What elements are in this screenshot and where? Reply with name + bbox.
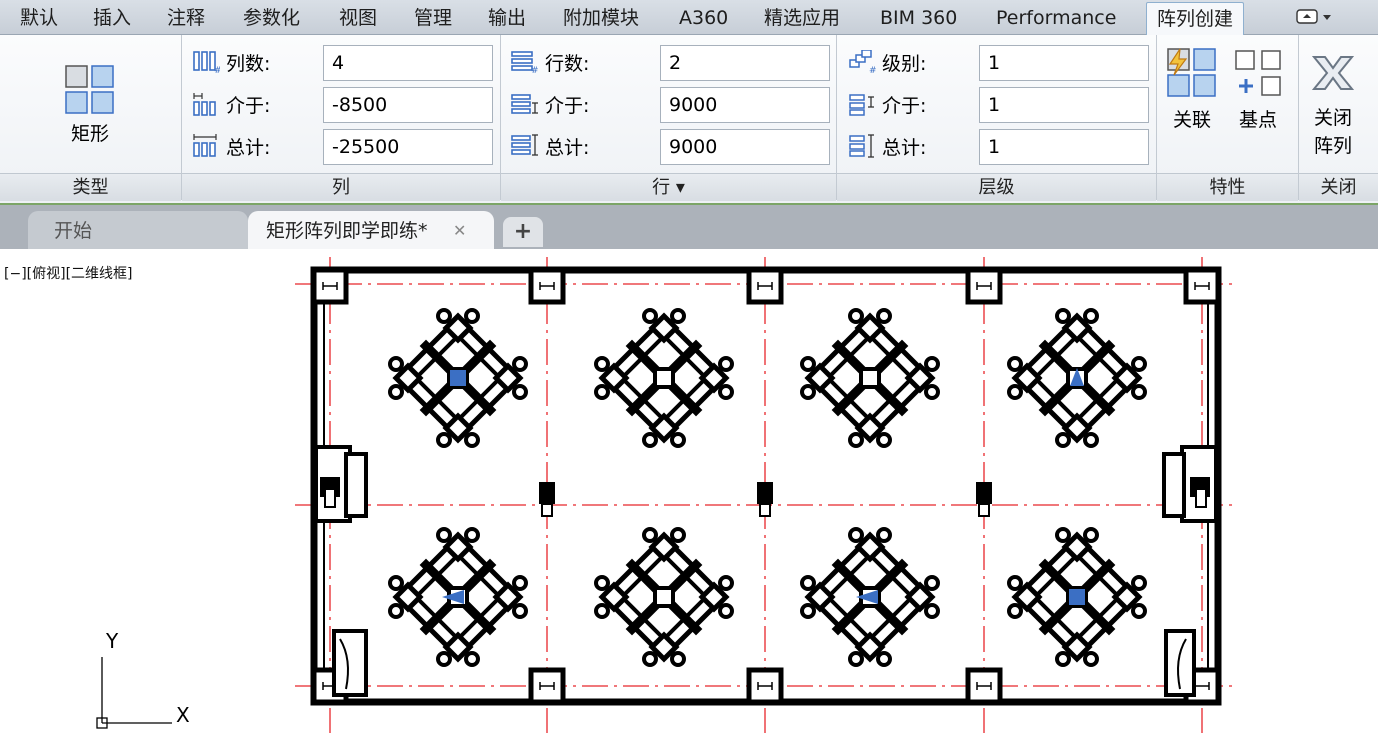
tab-output[interactable]: 输出	[488, 0, 526, 34]
viewport-controls[interactable]: [−][俯视][二维线框]	[4, 263, 133, 283]
levels-count-icon: #	[849, 50, 876, 74]
document-tab-bar: 开始 矩形阵列即学即练* ✕ +	[0, 205, 1378, 249]
levels-between-icon	[849, 94, 874, 116]
rectangle-array-button[interactable]: 矩形	[40, 59, 140, 169]
rectangle-array-label: 矩形	[70, 123, 109, 145]
columns-count-input[interactable]: 4	[323, 45, 493, 81]
tab-default[interactable]: 默认	[20, 0, 58, 34]
tab-array-creation[interactable]: 阵列创建	[1146, 2, 1245, 37]
drawing-canvas[interactable]: [−][俯视][二维线框] Y X	[0, 249, 1378, 733]
tab-parametric[interactable]: 参数化	[243, 0, 300, 34]
ribbon-tab-bar: 默认 插入 注释 参数化 视图 管理 输出 附加模块 A360 精选应用 BIM…	[0, 0, 1378, 37]
levels-count-label: 级别:	[882, 53, 927, 75]
rows-count-icon: #	[511, 51, 538, 74]
close-icon	[1311, 56, 1355, 90]
rectangle-array-icon	[65, 65, 114, 114]
tab-annotate[interactable]: 注释	[167, 0, 205, 34]
tab-insert[interactable]: 插入	[93, 0, 131, 34]
group-title-columns: 列	[182, 173, 500, 201]
rows-total-input[interactable]: 9000	[660, 129, 830, 165]
tab-featured-apps[interactable]: 精选应用	[764, 0, 840, 34]
tab-manage[interactable]: 管理	[414, 0, 452, 34]
levels-total-icon	[849, 134, 874, 158]
levels-total-label: 总计:	[882, 137, 927, 159]
levels-between-label: 介于:	[882, 95, 927, 117]
tab-a360[interactable]: A360	[679, 0, 728, 34]
columns-total-input[interactable]: -25500	[323, 129, 493, 165]
close-array-label-1: 关闭	[1313, 107, 1352, 129]
rows-total-icon	[511, 134, 538, 156]
group-title-levels: 层级	[837, 173, 1156, 201]
associative-label: 关联	[1172, 109, 1211, 131]
rows-between-input[interactable]: 9000	[660, 87, 830, 123]
tab-bim360[interactable]: BIM 360	[880, 0, 957, 34]
tab-view[interactable]: 视图	[339, 0, 377, 34]
levels-total-input[interactable]: 1	[979, 129, 1149, 165]
tab-performance[interactable]: Performance	[996, 0, 1116, 34]
svg-text:#: #	[214, 66, 220, 74]
group-title-close: 关闭	[1299, 173, 1378, 201]
tab-start[interactable]: 开始	[28, 211, 248, 249]
tab-active-drawing[interactable]: 矩形阵列即学即练* ✕	[248, 211, 494, 249]
group-title-rows[interactable]: 行 ▾	[501, 173, 836, 201]
tab-addins[interactable]: 附加模块	[563, 0, 639, 34]
base-point-label: 基点	[1238, 109, 1277, 131]
rows-between-label: 介于:	[545, 95, 590, 117]
ribbon-panel: 矩形 类型 # 列数: 4 介于: -8500 总计: -25500 列 # 行	[0, 35, 1378, 205]
associative-icon	[1167, 48, 1216, 97]
columns-between-input[interactable]: -8500	[323, 87, 493, 123]
associative-button[interactable]: 关联	[1162, 45, 1222, 145]
base-point-icon	[1235, 50, 1281, 96]
columns-total-icon	[193, 134, 217, 157]
close-tab-icon[interactable]: ✕	[453, 211, 466, 251]
rows-between-icon	[511, 94, 538, 114]
close-array-button[interactable]: 关闭 阵列	[1302, 45, 1364, 165]
columns-between-label: 介于:	[226, 95, 271, 117]
rows-total-label: 总计:	[545, 137, 590, 159]
svg-text:#: #	[531, 66, 538, 74]
group-title-properties: 特性	[1157, 173, 1298, 201]
columns-count-icon: #	[193, 51, 220, 74]
close-array-label-2: 阵列	[1313, 135, 1352, 157]
levels-count-input[interactable]: 1	[979, 45, 1149, 81]
ucs-y-label: Y	[106, 629, 119, 653]
group-title-type: 类型	[0, 173, 181, 201]
active-drawing-title: 矩形阵列即学即练*	[266, 220, 428, 242]
new-tab-button[interactable]: +	[503, 217, 543, 247]
svg-text:#: #	[869, 66, 876, 74]
columns-total-label: 总计:	[226, 137, 271, 159]
levels-between-input[interactable]: 1	[979, 87, 1149, 123]
columns-between-icon	[193, 93, 216, 116]
ribbon-minimize-icon[interactable]	[1296, 8, 1336, 26]
base-point-button[interactable]: 基点	[1228, 45, 1288, 145]
rows-count-input[interactable]: 2	[660, 45, 830, 81]
rows-count-label: 行数:	[545, 53, 590, 75]
columns-count-label: 列数:	[226, 53, 271, 75]
floor-plan-drawing	[96, 257, 1238, 733]
ucs-x-label: X	[176, 703, 190, 727]
